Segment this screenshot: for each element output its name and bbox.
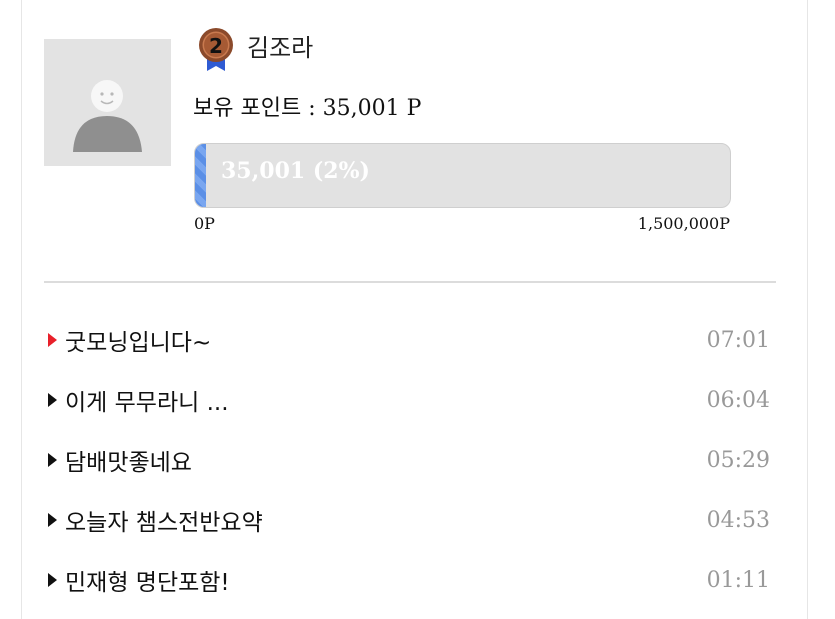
post-time: 04:53 [706,507,770,533]
avatar [44,39,171,166]
post-item[interactable]: 이게 무무라니 ... 06:04 [48,370,770,430]
post-item[interactable]: 오늘자 챔스전반요약 04:53 [48,490,770,550]
progress-text: 35,001 (2%) [221,158,370,184]
post-item[interactable]: 민재형 명단포함! 01:11 [48,550,770,610]
post-arrow-icon [48,453,57,467]
post-item[interactable]: 굿모닝입니다~ 07:01 [48,310,770,370]
frame-border-left [21,0,22,619]
recent-posts-list: 굿모닝입니다~ 07:01 이게 무무라니 ... 06:04 담배맛좋네요 0… [48,310,770,610]
points-value: : 35,001 P [301,96,422,121]
post-time: 01:11 [706,567,770,593]
progress-max-label: 1,500,000P [637,214,730,233]
post-title[interactable]: 민재형 명단포함! [65,563,230,597]
post-title[interactable]: 굿모닝입니다~ [65,323,211,357]
post-arrow-icon [48,393,57,407]
rank-medal-icon: 2 [198,26,234,72]
progress-min-label: 0P [194,214,215,233]
post-arrow-icon [48,513,57,527]
post-time: 06:04 [706,387,770,413]
username: 김조라 [247,34,314,62]
post-time: 07:01 [706,327,770,353]
post-arrow-icon [48,573,57,587]
rank-number: 2 [209,34,223,58]
new-post-arrow-icon [48,333,57,347]
post-title[interactable]: 오늘자 챔스전반요약 [65,503,263,537]
post-title[interactable]: 이게 무무라니 ... [65,383,229,417]
points-label: 보유 포인트 [193,96,302,121]
post-time: 05:29 [706,447,770,473]
points-summary: 보유 포인트 : 35,001 P [193,90,421,122]
divider [44,281,776,283]
post-title[interactable]: 담배맛좋네요 [65,443,192,477]
progress-fill [195,144,206,207]
default-avatar-icon [44,39,171,166]
points-progress-bar: 35,001 (2%) [194,143,731,208]
post-item[interactable]: 담배맛좋네요 05:29 [48,430,770,490]
frame-border-right [807,0,808,619]
